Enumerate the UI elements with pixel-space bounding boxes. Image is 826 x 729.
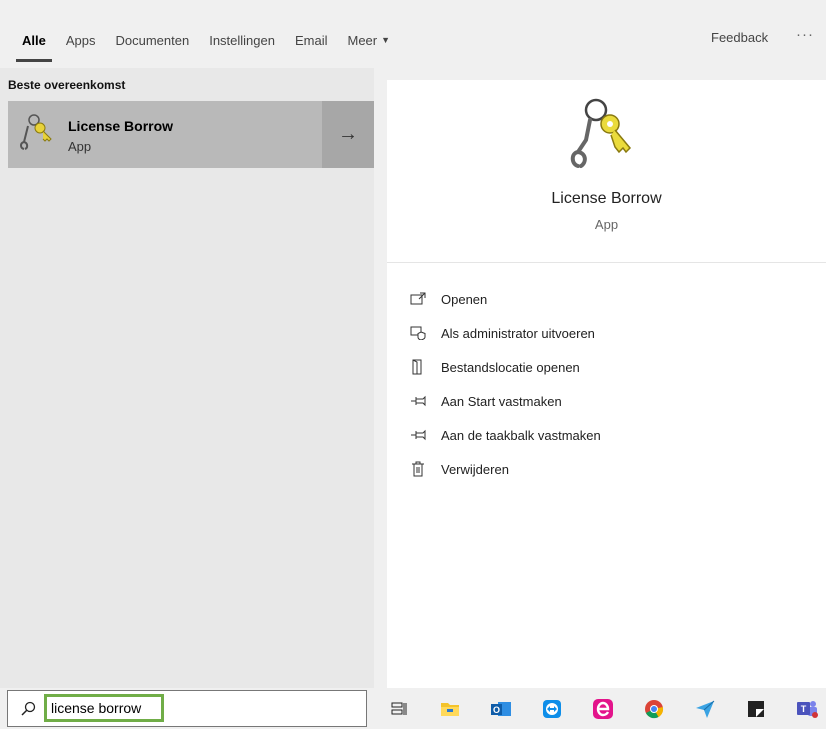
search-icon [21,701,36,716]
action-uninstall[interactable]: Verwijderen [409,452,601,486]
action-label: Aan de taakbalk vastmaken [441,427,601,443]
action-label: Verwijderen [441,461,509,477]
result-title: License Borrow [68,118,174,134]
feedback-link[interactable]: Feedback [711,30,768,45]
svg-text:T: T [801,704,807,714]
action-openen[interactable]: Openen [409,282,601,316]
file-location-icon [409,359,427,375]
results-pane: Beste overeenkomst License Borrow App → [0,68,374,688]
search-input[interactable] [51,700,171,716]
app-type: App [594,217,619,232]
sticky-app-icon[interactable] [744,697,768,721]
svg-text:O: O [493,705,500,715]
tab-apps[interactable]: Apps [66,33,96,48]
detail-pane: License Borrow App Openen Als administra… [387,80,826,688]
best-match-item[interactable]: License Borrow App [8,101,321,168]
action-pin-to-taskbar[interactable]: Aan de taakbalk vastmaken [409,418,601,452]
tab-meer[interactable]: Meer ▼ [348,33,391,48]
app-hero: License Borrow App [387,80,826,263]
action-label: Bestandslocatie openen [441,359,580,375]
admin-shield-icon [409,325,427,341]
action-run-as-admin[interactable]: Als administrator uitvoeren [409,316,601,350]
tab-alle[interactable]: Alle [16,33,52,62]
app-title: License Borrow [551,190,662,207]
open-icon [409,291,427,307]
outlook-icon[interactable]: O [489,697,513,721]
expand-arrow-icon[interactable]: → [322,101,374,168]
taskbar: O T [0,688,826,729]
trash-icon [409,461,427,477]
tab-documenten[interactable]: Documenten [115,33,189,48]
result-subtitle: App [68,139,92,154]
pin-icon [409,427,427,443]
tab-email[interactable]: Email [295,33,328,48]
send-icon[interactable] [693,697,717,721]
task-view-icon[interactable] [387,697,411,721]
tab-meer-label: Meer [347,32,378,48]
keys-wrench-icon [20,114,52,150]
keys-wrench-icon [570,98,632,168]
action-label: Aan Start vastmaken [441,393,562,409]
search-highlight [44,694,171,722]
search-box[interactable] [7,690,367,727]
action-open-file-location[interactable]: Bestandslocatie openen [409,350,601,384]
action-label: Als administrator uitvoeren [441,325,595,341]
filter-tabs: Alle Apps Documenten Instellingen Email … [16,30,410,62]
taskbar-apps: O T [387,694,826,724]
search-header: Alle Apps Documenten Instellingen Email … [0,0,826,68]
tab-instellingen[interactable]: Instellingen [209,33,275,48]
more-options-icon[interactable]: ··· [796,26,814,43]
best-match-result: License Borrow App → [8,101,374,168]
chrome-icon[interactable] [642,697,666,721]
file-explorer-icon[interactable] [438,697,462,721]
teamviewer-icon[interactable] [540,697,564,721]
action-list: Openen Als administrator uitvoeren Besta… [409,282,601,486]
e-app-icon[interactable] [591,697,615,721]
pin-icon [409,393,427,409]
best-match-heading: Beste overeenkomst [8,78,126,92]
action-pin-to-start[interactable]: Aan Start vastmaken [409,384,601,418]
chevron-down-icon: ▼ [381,35,391,45]
action-label: Openen [441,291,488,307]
teams-icon[interactable]: T [795,697,819,721]
